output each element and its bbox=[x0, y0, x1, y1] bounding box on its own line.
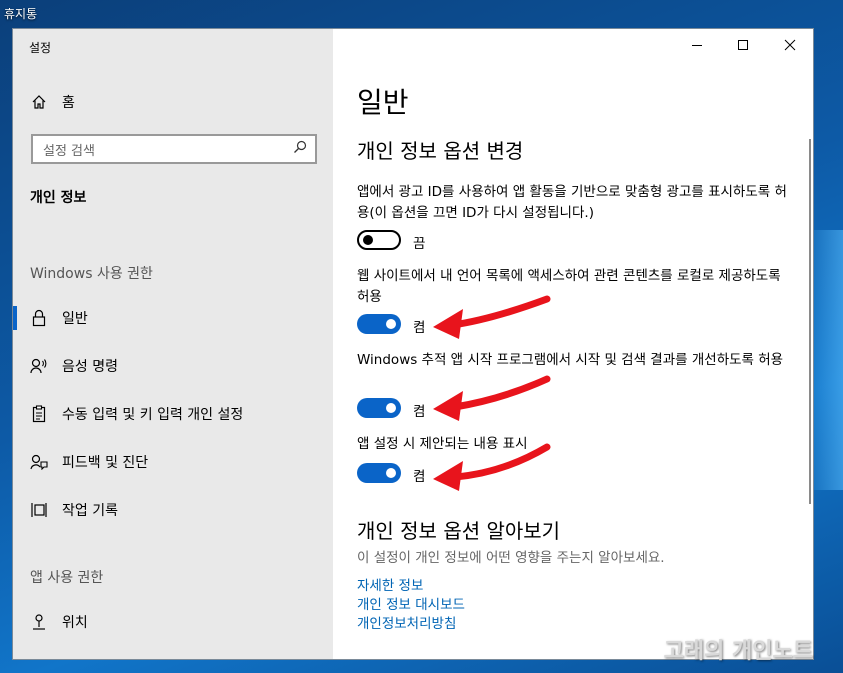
setting-description: 웹 사이트에서 내 언어 목록에 액세스하여 관련 콘텐츠를 로컬로 제공하도록… bbox=[357, 268, 781, 305]
sidebar-item-location[interactable]: 위치 bbox=[13, 602, 333, 642]
lock-icon bbox=[29, 308, 49, 328]
window-title: 설정 bbox=[29, 41, 52, 55]
sidebar-item-label: 작업 기록 bbox=[62, 503, 118, 519]
sidebar-item-label: 일반 bbox=[62, 311, 88, 327]
scrollbar[interactable] bbox=[809, 139, 811, 504]
sidebar-item-label: 음성 명령 bbox=[62, 359, 118, 375]
home-icon bbox=[29, 92, 49, 112]
sidebar-item-inking[interactable]: 수동 입력 및 키 입력 개인 설정 bbox=[13, 394, 333, 434]
search-input[interactable]: 설정 검색 bbox=[31, 134, 317, 164]
location-icon bbox=[29, 612, 49, 632]
learn-description: 이 설정이 개인 정보에 어떤 영향을 주는지 알아보세요. bbox=[357, 550, 665, 566]
search-placeholder: 설정 검색 bbox=[43, 143, 95, 159]
setting-description: 앱 설정 시 제안되는 내용 표시 bbox=[357, 436, 528, 452]
feedback-icon bbox=[29, 452, 49, 472]
voice-icon bbox=[29, 356, 49, 376]
sidebar-item-feedback[interactable]: 피드백 및 진단 bbox=[13, 442, 333, 482]
app-launch-tracking-toggle[interactable] bbox=[357, 398, 401, 418]
privacy-dashboard-link[interactable]: 개인 정보 대시보드 bbox=[357, 593, 465, 613]
nav-home-label: 홈 bbox=[62, 95, 75, 111]
category-title: 개인 정보 bbox=[30, 190, 87, 206]
nav-home[interactable]: 홈 bbox=[13, 82, 333, 122]
toggle-knob bbox=[363, 235, 373, 245]
sidebar-item-general[interactable]: 일반 bbox=[13, 298, 333, 338]
annotation-arrow-icon bbox=[433, 375, 551, 421]
advertising-id-toggle[interactable] bbox=[357, 230, 401, 250]
sidebar-item-label: 피드백 및 진단 bbox=[62, 455, 149, 471]
sidebar-item-label: 수동 입력 및 키 입력 개인 설정 bbox=[62, 407, 244, 423]
windows-permissions-label: Windows 사용 권한 bbox=[30, 266, 153, 282]
sidebar-item-label: 위치 bbox=[62, 615, 88, 631]
desktop-wallpaper-glow bbox=[813, 230, 843, 490]
page-title: 일반 bbox=[357, 86, 409, 119]
toggle-knob bbox=[386, 468, 396, 478]
search-icon[interactable] bbox=[293, 140, 307, 158]
suggested-content-toggle[interactable] bbox=[357, 463, 401, 483]
watermark: 고래의 개인노트 bbox=[663, 639, 813, 664]
setting-description: Windows 추적 앱 시작 프로그램에서 시작 및 검색 결과를 개선하도록… bbox=[357, 352, 784, 368]
timeline-icon bbox=[29, 500, 49, 520]
app-permissions-label: 앱 사용 권한 bbox=[30, 570, 104, 586]
content-pane: 일반 개인 정보 옵션 변경 앱에서 광고 ID를 사용하여 앱 활동을 기반으… bbox=[333, 29, 813, 659]
setting-description: 앱에서 광고 ID를 사용하여 앱 활동을 기반으로 맞춤형 광고를 표시하도록… bbox=[357, 184, 787, 221]
toggle-state-label: 끔 bbox=[413, 236, 426, 252]
toggle-knob bbox=[386, 403, 396, 413]
sidebar-item-activity-history[interactable]: 작업 기록 bbox=[13, 490, 333, 530]
section-title: 개인 정보 옵션 변경 bbox=[357, 139, 524, 163]
sidebar-item-speech[interactable]: 음성 명령 bbox=[13, 346, 333, 386]
annotation-arrow-icon bbox=[433, 295, 551, 339]
sidebar: 설정 홈 설정 검색 개인 정보 Windows 사용 권한 일반 음성 명령 … bbox=[13, 29, 333, 659]
toggle-knob bbox=[386, 319, 396, 329]
inking-icon bbox=[29, 404, 49, 424]
more-info-link[interactable]: 자세한 정보 bbox=[357, 574, 423, 594]
settings-window: 설정 홈 설정 검색 개인 정보 Windows 사용 권한 일반 음성 명령 … bbox=[12, 28, 814, 660]
privacy-policy-link[interactable]: 개인정보처리방침 bbox=[357, 612, 456, 632]
recycle-bin-label[interactable]: 휴지통 bbox=[4, 5, 37, 22]
language-list-toggle[interactable] bbox=[357, 314, 401, 334]
learn-section-title: 개인 정보 옵션 알아보기 bbox=[357, 519, 561, 543]
annotation-arrow-icon bbox=[433, 443, 551, 491]
